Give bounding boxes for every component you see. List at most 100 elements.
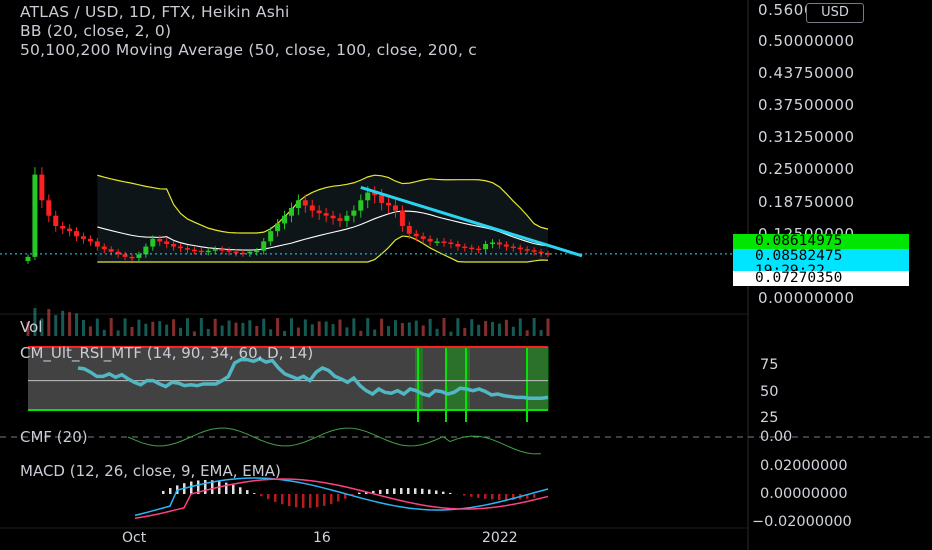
candle-body [448, 242, 454, 244]
volume-bar [227, 320, 231, 336]
volume-bar [289, 318, 293, 336]
candle-body [302, 200, 308, 206]
macd-histogram-bar [491, 494, 494, 500]
candle-body [143, 246, 149, 255]
volume-bar [185, 318, 189, 336]
candle-body [392, 205, 398, 211]
volume-bar [317, 321, 321, 336]
volume-bar [165, 324, 169, 336]
macd-histogram-bar [281, 494, 284, 505]
volume-bar [324, 321, 328, 336]
macd-histogram-bar [477, 494, 480, 498]
volume-bar [241, 322, 245, 336]
candle-body [483, 244, 489, 250]
macd-histogram-bar [190, 481, 193, 494]
rsi-pane-title[interactable]: CM_Ult_RSI_MTF (14, 90, 34, 60, D, 14) [20, 344, 313, 362]
volume-bar [130, 326, 134, 336]
price-axis-label: 0.50000000 [758, 31, 855, 50]
candle-body [309, 205, 315, 211]
macd-histogram-bar [274, 494, 277, 502]
ma-legend[interactable]: 50,100,200 Moving Average (50, close, 10… [20, 41, 477, 59]
candle-body [413, 233, 419, 237]
currency-button[interactable]: USD [806, 3, 864, 23]
candle-body [510, 246, 516, 249]
volume-bar [477, 324, 481, 336]
candle-body [337, 218, 343, 221]
candle-body [226, 250, 232, 252]
candle-body [427, 238, 433, 242]
candle-body [316, 210, 322, 214]
macd-histogram-bar [442, 491, 445, 494]
macd-histogram-bar [267, 494, 270, 500]
candle-body [254, 250, 260, 253]
volume-bar [421, 325, 425, 336]
candle-body [469, 247, 475, 250]
volume-bar [546, 318, 550, 336]
ma-price-tag: 0.08614975 [733, 234, 909, 249]
macd-histogram-bar [309, 494, 312, 508]
candle-body [261, 241, 267, 251]
candle-body [171, 244, 177, 247]
volume-bar [199, 318, 203, 336]
volume-bar [220, 325, 224, 336]
candle-body [157, 238, 163, 242]
candle-body [67, 228, 73, 232]
candle-body [330, 215, 336, 219]
volume-bar [428, 318, 432, 336]
candle-body [191, 249, 197, 252]
volume-bar [303, 319, 307, 336]
macd-histogram-bar [204, 480, 207, 494]
volume-bar [123, 318, 127, 336]
candle-body [233, 251, 239, 254]
macd-histogram-bar [323, 494, 326, 506]
volume-bar [262, 318, 266, 336]
candle-body [87, 238, 93, 242]
macd-pane-title[interactable]: MACD (12, 26, close, 9, EMA, EMA) [20, 462, 281, 480]
candle-body [80, 236, 86, 239]
cmf-pane-title[interactable]: CMF (20) [20, 428, 88, 446]
candle-body [288, 208, 294, 216]
candle-body [344, 215, 350, 221]
candle-body [129, 256, 135, 259]
price-axis-label: 0.25000000 [758, 160, 855, 179]
candle-body [496, 242, 502, 245]
volume-pane-title[interactable]: Vol [20, 318, 42, 336]
candle-body [420, 236, 426, 239]
volume-bar [491, 321, 495, 336]
volume-bar [158, 321, 162, 336]
macd-histogram-bar [407, 488, 410, 494]
volume-bar [172, 319, 176, 336]
candle-body [53, 215, 59, 226]
candle-body [503, 244, 509, 247]
candle-body [295, 200, 301, 208]
candle-body [219, 249, 225, 251]
volume-bar [296, 327, 300, 336]
candle-body [268, 231, 274, 242]
volume-bar [504, 319, 508, 336]
candle-body [122, 254, 128, 257]
volume-bar [532, 318, 536, 336]
volume-bar [310, 324, 314, 336]
candle-body [94, 241, 100, 247]
candle-body [476, 248, 482, 251]
candle-body [39, 174, 45, 201]
macd-histogram-bar [295, 494, 298, 508]
volume-bar [109, 318, 113, 336]
volume-bar [497, 323, 501, 336]
candle-body [462, 246, 468, 249]
price-axis-label: 0.00000000 [758, 289, 855, 307]
candle-body [136, 254, 142, 258]
candle-body [531, 250, 537, 252]
volume-bar [345, 327, 349, 336]
candle-body [74, 231, 80, 237]
rsi-axis-25: 25 [760, 410, 779, 426]
candle-body [517, 247, 523, 250]
candle-body [275, 223, 281, 232]
volume-bar [414, 320, 418, 336]
volume-bar [269, 329, 273, 336]
bb-legend[interactable]: BB (20, close, 2, 0) [20, 22, 171, 40]
volume-bar [234, 322, 238, 336]
price-axis-label: 0.31250000 [758, 128, 855, 147]
candle-body [406, 226, 412, 234]
symbol-legend[interactable]: ATLAS / USD, 1D, FTX, Heikin Ashi [20, 3, 290, 21]
